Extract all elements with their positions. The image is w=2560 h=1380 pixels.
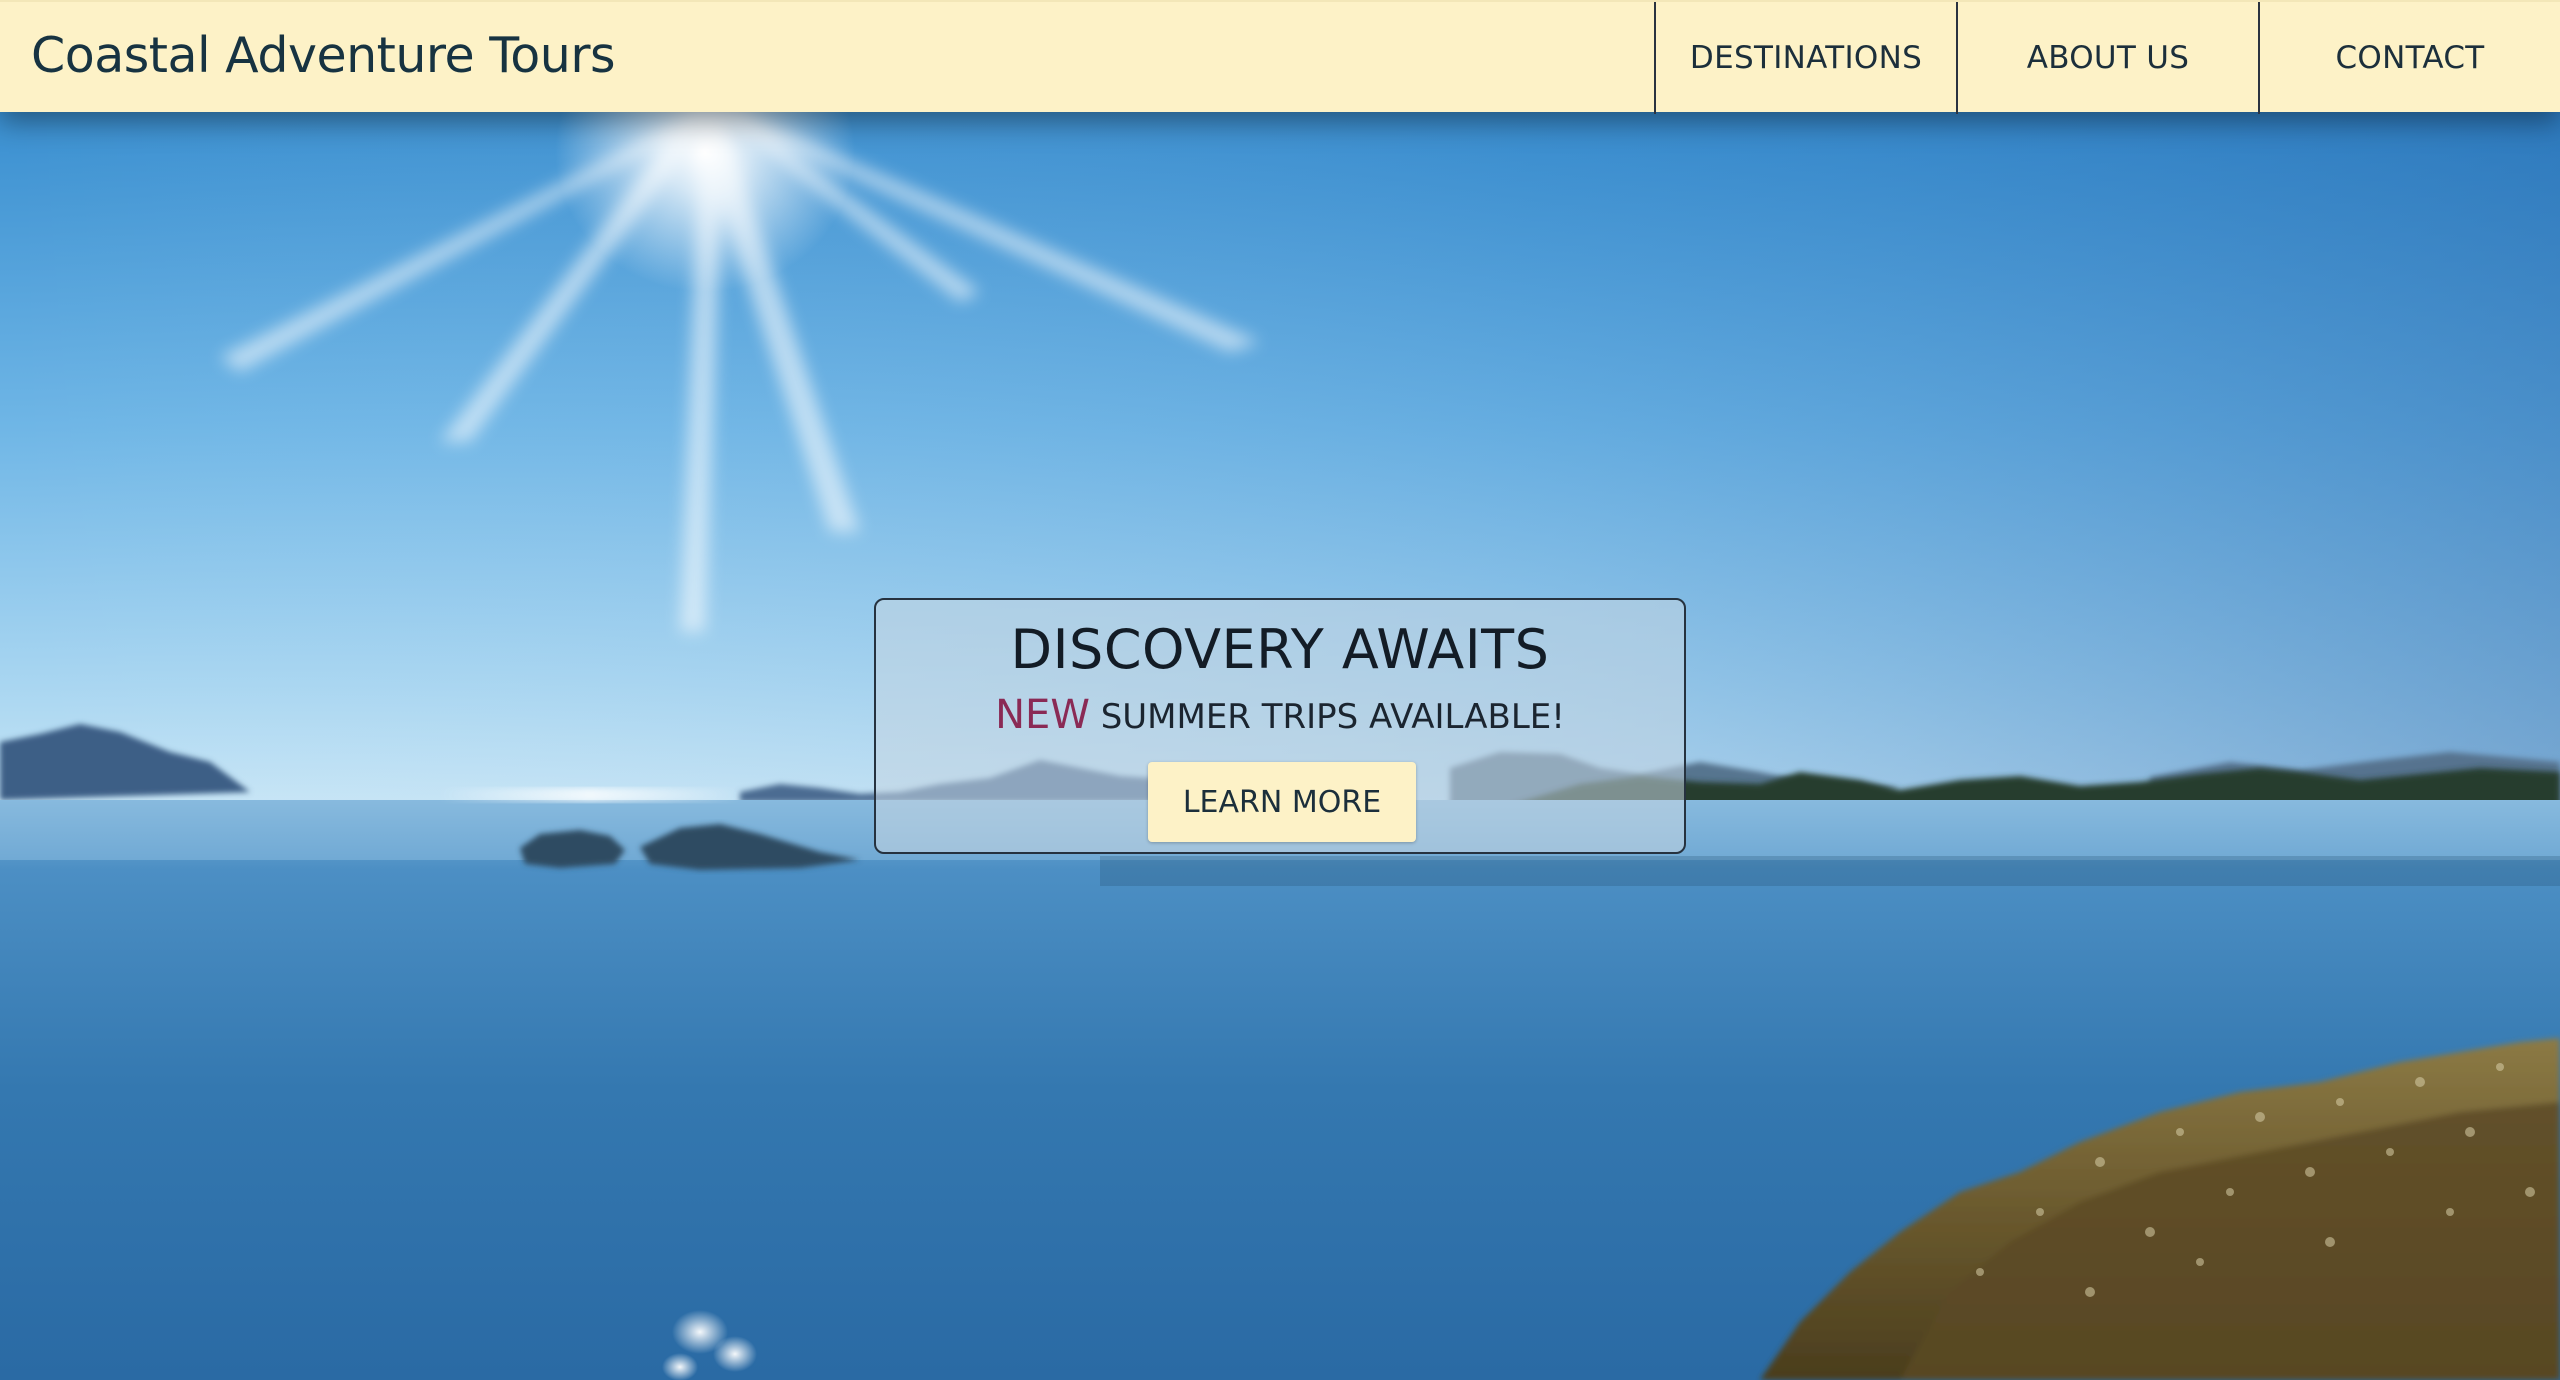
promo-new-highlight: NEW	[995, 692, 1090, 738]
learn-more-button[interactable]: LEARN MORE	[1148, 762, 1416, 842]
nav-item-about-us[interactable]: ABOUT US	[1956, 2, 2258, 114]
promo-title: DISCOVERY AWAITS	[1010, 618, 1550, 681]
site-logo-text[interactable]: Coastal Adventure Tours	[31, 2, 616, 114]
nav-item-destinations[interactable]: DESTINATIONS	[1654, 2, 1956, 114]
nav-item-contact[interactable]: CONTACT	[2258, 2, 2560, 114]
promo-subtitle-text: SUMMER TRIPS AVAILABLE!	[1100, 697, 1565, 737]
main-nav: DESTINATIONS ABOUT US CONTACT	[1654, 2, 2560, 114]
promo-card: DISCOVERY AWAITS NEW SUMMER TRIPS AVAILA…	[874, 598, 1686, 854]
promo-subtitle: NEW SUMMER TRIPS AVAILABLE!	[876, 692, 1684, 738]
site-header: Coastal Adventure Tours DESTINATIONS ABO…	[0, 0, 2560, 114]
